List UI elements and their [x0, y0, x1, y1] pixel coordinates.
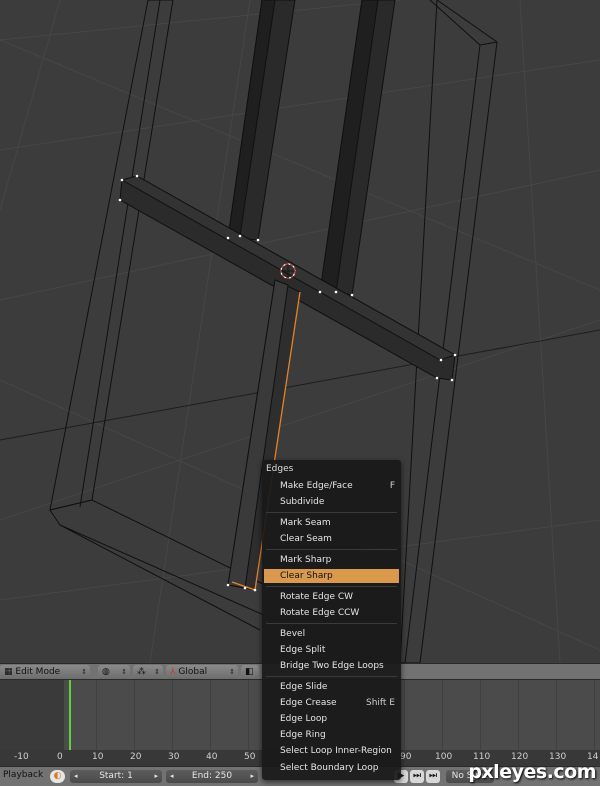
next-keyframe-button[interactable]: ⏭: [410, 770, 424, 783]
end-frame-field[interactable]: ◂ End: 250 ▸: [166, 770, 258, 783]
menu-title: Edges: [266, 464, 294, 474]
orientation-label: Global: [178, 667, 208, 677]
menu-item-clear-seam[interactable]: Clear Seam: [264, 532, 399, 546]
menu-item-select-boundary-loop[interactable]: Select Boundary Loop: [264, 761, 399, 775]
transform-axes-icon: ⅄: [170, 667, 176, 677]
mode-selector[interactable]: ▦ Edit Mode ⇕: [0, 665, 90, 679]
decrement-arrow-icon: ◂: [74, 772, 78, 780]
menu-item-label: Clear Sharp: [280, 571, 333, 581]
menu-item-label: Select Boundary Loop: [280, 763, 379, 773]
menu-item-edge-loop[interactable]: Edge Loop: [264, 712, 399, 726]
tick-label: 20: [130, 752, 142, 762]
menu-item-label: Mark Sharp: [280, 555, 332, 565]
menu-item-label: Edge Split: [280, 645, 326, 655]
keying-icon[interactable]: ◐: [50, 770, 65, 783]
end-frame-label: End: 250: [191, 771, 233, 781]
menu-item-edge-crease[interactable]: Edge Crease Shift E: [264, 696, 399, 710]
menu-item-label: Bevel: [280, 629, 306, 639]
menu-item-bevel[interactable]: Bevel: [264, 627, 399, 641]
menu-item-mark-sharp[interactable]: Mark Sharp: [264, 553, 399, 567]
watermark: pxleyes.com: [468, 761, 596, 783]
tick-label: 0: [57, 752, 63, 762]
tick-label: 30: [168, 752, 180, 762]
menu-item-label: Rotate Edge CCW: [280, 608, 360, 618]
menu-item-rotate-edge-cw[interactable]: Rotate Edge CW: [264, 590, 399, 604]
menu-separator: [266, 623, 397, 624]
timeline-preroll: [0, 680, 64, 750]
menu-item-label: Edge Slide: [280, 682, 328, 692]
menu-item-label: Mark Seam: [280, 518, 331, 528]
menu-item-label: Clear Seam: [280, 534, 332, 544]
menu-item-edge-ring[interactable]: Edge Ring: [264, 728, 399, 742]
menu-item-label: Bridge Two Edge Loops: [280, 661, 384, 671]
dropdown-arrows-icon: ⇕: [154, 668, 160, 676]
menu-separator: [266, 549, 397, 550]
decrement-arrow-icon: ◂: [170, 772, 174, 780]
sphere-icon: ◍: [102, 667, 110, 677]
tick-label: 40: [206, 752, 218, 762]
viewport-shading-selector[interactable]: ◍ ⇕: [98, 665, 130, 679]
pivot-selector[interactable]: ⁂ ⇕: [133, 665, 163, 679]
dropdown-arrows-icon: ⇕: [229, 668, 235, 676]
menu-item-select-loop-inner-region[interactable]: Select Loop Inner-Region: [264, 744, 399, 758]
menu-item-label: Select Loop Inner-Region: [280, 746, 392, 756]
menu-item-label: Edge Loop: [280, 714, 328, 724]
menu-item-shortcut: Shift E: [365, 698, 395, 708]
edit-mode-icon: ▦: [4, 667, 13, 677]
tick-label: 90: [400, 752, 412, 762]
menu-item-clear-sharp[interactable]: Clear Sharp: [264, 569, 399, 583]
orientation-selector[interactable]: ⅄ Global ⇕: [166, 665, 238, 679]
vertex-select-button[interactable]: ◧: [241, 665, 259, 679]
3d-cursor-icon[interactable]: [280, 263, 296, 279]
menu-item-label: Make Edge/Face: [280, 481, 353, 491]
dropdown-arrows-icon: ⇕: [81, 668, 87, 676]
jump-end-button[interactable]: ⏭: [426, 770, 440, 783]
tick-label: 100: [435, 752, 453, 762]
jump-end-icon: ⏭: [428, 771, 438, 781]
playback-menu[interactable]: Playback: [3, 770, 43, 780]
axis-line: [0, 329, 600, 441]
dropdown-arrows-icon: ⇕: [121, 668, 127, 676]
menu-separator: [266, 512, 397, 513]
menu-item-mark-seam[interactable]: Mark Seam: [264, 516, 399, 530]
menu-item-edge-slide[interactable]: Edge Slide: [264, 680, 399, 694]
increment-arrow-icon: ▸: [250, 772, 254, 780]
menu-item-label: Subdivide: [280, 497, 325, 507]
pivot-icon: ⁂: [137, 667, 146, 677]
menu-item-label: Rotate Edge CW: [280, 592, 354, 602]
menu-item-subdivide[interactable]: Subdivide: [264, 495, 399, 509]
tick-label: -10: [14, 752, 29, 762]
menu-item-shortcut: F: [389, 481, 395, 491]
mode-label: Edit Mode: [15, 667, 61, 677]
edges-menu: Edges Make Edge/Face F Subdivide Mark Se…: [262, 460, 401, 780]
current-frame-marker[interactable]: [69, 680, 71, 750]
next-keyframe-icon: ⏭: [412, 771, 422, 781]
menu-item-make-edge-face[interactable]: Make Edge/Face F: [264, 479, 399, 493]
cube-icon: ◧: [245, 667, 254, 677]
start-frame-field[interactable]: ◂ Start: 1 ▸: [70, 770, 162, 783]
start-frame-label: Start: 1: [99, 771, 133, 781]
menu-item-rotate-edge-ccw[interactable]: Rotate Edge CCW: [264, 606, 399, 620]
menu-item-edge-split[interactable]: Edge Split: [264, 643, 399, 657]
tick-label: 10: [92, 752, 104, 762]
menu-item-label: Edge Crease: [280, 698, 337, 708]
menu-item-bridge-two-edge-loops[interactable]: Bridge Two Edge Loops: [264, 659, 399, 673]
tick-label: 50: [244, 752, 256, 762]
menu-separator: [266, 676, 397, 677]
menu-item-label: Edge Ring: [280, 730, 326, 740]
increment-arrow-icon: ▸: [154, 772, 158, 780]
menu-separator: [266, 586, 397, 587]
